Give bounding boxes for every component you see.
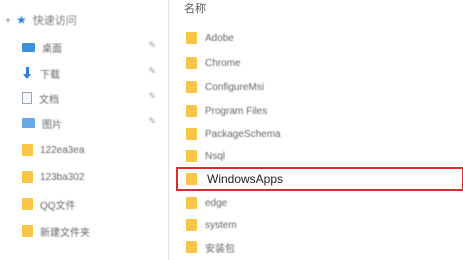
folder-icon (186, 241, 197, 253)
sidebar-item-label: 新建文件夹 (40, 227, 90, 239)
list-item[interactable]: ConfigureMsi (170, 77, 460, 97)
folder-icon (22, 225, 33, 237)
desktop-icon (22, 42, 35, 52)
pin-icon[interactable]: ✎ (148, 91, 156, 102)
pin-icon[interactable]: ✎ (148, 116, 156, 127)
folder-icon (186, 173, 197, 185)
sidebar-item-downloads[interactable]: 下载 ✎ (22, 63, 162, 83)
sidebar-item-folder-4[interactable]: 新建文件夹 (22, 221, 162, 241)
folder-icon (186, 105, 197, 117)
folder-icon (22, 171, 33, 183)
sidebar-item-label: 123ba302 (40, 171, 85, 183)
quick-access-label: 快速访问 (32, 15, 77, 27)
list-item[interactable]: Program Files (170, 101, 460, 121)
pin-icon[interactable]: ✎ (148, 40, 156, 51)
sidebar-item-folder-2[interactable]: 123ba302 (22, 167, 162, 187)
list-item[interactable]: Nsql (170, 146, 460, 166)
sidebar-item-folder-1[interactable]: 122ea3ea (22, 140, 162, 160)
folder-icon (186, 197, 197, 209)
name-column-header[interactable]: 名称 (184, 0, 206, 16)
download-icon (22, 67, 33, 79)
folder-name: system (205, 219, 237, 231)
folder-name: Nsql (205, 150, 226, 162)
sidebar-item-label: QQ文件 (40, 200, 76, 212)
sidebar-item-documents[interactable]: 文档 ✎ (22, 88, 162, 108)
folder-name: ConfigureMsi (205, 81, 264, 93)
list-item[interactable]: Adobe (170, 28, 460, 48)
chevron-down-icon[interactable]: ▾ (6, 16, 10, 25)
navigation-pane: ▾ ★ 快速访问 桌面 ✎ 下载 ✎ 文档 ✎ 图片 ✎ 122ea3ea 12… (0, 0, 168, 260)
folder-icon (22, 198, 33, 210)
sidebar-item-label: 桌面 (42, 43, 62, 55)
sidebar-item-pictures[interactable]: 图片 ✎ (22, 113, 162, 133)
folder-icon (186, 32, 197, 44)
folder-name: WindowsApps (207, 172, 284, 186)
sidebar-item-desktop[interactable]: 桌面 ✎ (22, 37, 162, 57)
sidebar-item-label: 122ea3ea (40, 144, 85, 156)
list-item[interactable]: system (170, 215, 460, 235)
sidebar-item-label: 文档 (39, 94, 59, 106)
sidebar-item-folder-3[interactable]: QQ文件 (22, 194, 162, 214)
pin-icon[interactable]: ✎ (148, 66, 156, 77)
folder-name: Program Files (205, 105, 268, 117)
folder-icon (186, 128, 197, 140)
document-icon (22, 92, 32, 104)
folder-icon (22, 144, 33, 156)
folder-name: PackageSchema (205, 128, 281, 140)
folder-name: Adobe (205, 32, 234, 44)
folder-name: edge (205, 197, 228, 209)
sidebar-item-label: 图片 (42, 119, 62, 131)
pictures-icon (22, 118, 35, 128)
folder-name: Chrome (205, 57, 241, 69)
list-item[interactable]: edge (170, 193, 460, 213)
sidebar-item-label: 下载 (40, 69, 60, 81)
folder-icon (186, 219, 197, 231)
pane-divider[interactable] (168, 0, 169, 260)
list-item[interactable]: Chrome (170, 53, 460, 73)
folder-name: 安装包 (205, 243, 235, 255)
list-item[interactable]: 安装包 (170, 237, 460, 257)
folder-icon (186, 81, 197, 93)
list-item[interactable]: PackageSchema (170, 124, 460, 144)
list-item-selected[interactable]: WindowsApps (176, 167, 463, 191)
folder-icon (186, 150, 197, 162)
folder-icon (186, 57, 197, 69)
file-list: 名称 Adobe Chrome ConfigureMsi Program Fil… (170, 0, 463, 260)
star-icon: ★ (16, 13, 27, 27)
quick-access-header[interactable]: ▾ ★ 快速访问 (6, 12, 77, 28)
